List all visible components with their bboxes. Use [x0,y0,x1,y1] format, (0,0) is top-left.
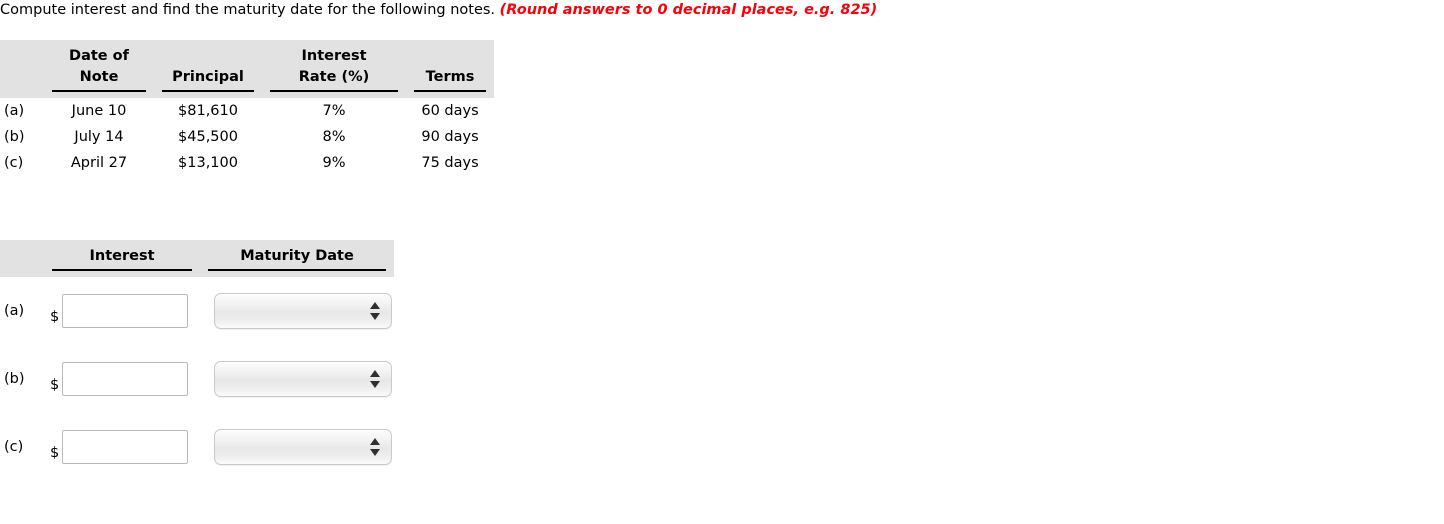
answer-row-interest-cell: $ [44,345,200,413]
notes-row-principal: $81,610 [178,103,238,119]
notes-row-date-of-note: April 27 [70,155,128,171]
maturity-date-select[interactable] [214,361,392,397]
answer-row-maturity-cell [200,413,394,481]
notes-row-interest-rate: 8% [322,129,346,145]
notes-header-terms-label: Terms [414,61,486,92]
interest-input[interactable] [62,294,189,328]
notes-row-date-of-note: July 14 [74,129,124,145]
currency-symbol: $ [50,377,60,393]
answer-header-blank [0,240,44,277]
answer-row: (a) $ [0,277,394,345]
answer-row: (c) $ [0,413,394,481]
answer-row-interest-cell: $ [44,277,200,345]
notes-row-principal: $13,100 [178,155,238,171]
answer-row-maturity-cell [200,277,394,345]
notes-row-label: (b) [4,129,25,145]
notes-row-principal: $45,500 [178,129,238,145]
notes-row-interest-rate: 7% [322,103,346,119]
interest-input[interactable] [62,362,189,396]
answer-table: Interest Maturity Date (a) $ (b) $ (c) $ [0,240,394,481]
notes-row-label: (c) [4,155,24,171]
question-prompt: Compute interest and find the maturity d… [0,0,877,20]
table-row: (a) June 10 $81,610 7% 60 days [0,98,494,124]
notes-header-terms: Terms [406,40,494,98]
answer-table-header-row: Interest Maturity Date [0,240,394,277]
notes-row-terms: 75 days [421,155,479,171]
notes-header-principal-label: Principal [162,61,254,92]
notes-row-label: (a) [4,103,25,119]
maturity-date-select[interactable] [214,293,392,329]
answer-header-maturity-date: Maturity Date [200,240,394,277]
table-row: (c) April 27 $13,100 9% 75 days [0,150,494,176]
interest-input[interactable] [62,430,189,464]
notes-row-terms: 60 days [421,103,479,119]
notes-table-header-row: Date of Note Principal Interest Rate (%)… [0,40,494,98]
maturity-date-select-box[interactable] [214,361,392,397]
answer-header-interest-label: Interest [52,240,192,271]
maturity-date-select[interactable] [214,429,392,465]
table-row: (b) July 14 $45,500 8% 90 days [0,124,494,150]
notes-header-principal: Principal [154,40,262,98]
answer-row: (b) $ [0,345,394,413]
currency-symbol: $ [50,309,60,325]
maturity-date-select-box[interactable] [214,429,392,465]
answer-row-label: (c) [4,439,24,455]
rounding-note: (Round answers to 0 decimal places, e.g.… [499,2,878,18]
notes-row-terms: 90 days [421,129,479,145]
notes-header-blank [0,40,44,98]
answer-header-maturity-date-label: Maturity Date [208,240,386,271]
notes-table: Date of Note Principal Interest Rate (%)… [0,40,494,176]
answer-row-label: (b) [4,371,25,387]
notes-row-date-of-note: June 10 [71,103,127,119]
notes-header-interest-rate: Interest Rate (%) [262,40,406,98]
answer-row-interest-cell: $ [44,413,200,481]
answer-header-interest: Interest [44,240,200,277]
notes-header-date-of-note-label: Date of Note [52,40,146,92]
question-prompt-text: Compute interest and find the maturity d… [0,2,496,18]
answer-row-maturity-cell [200,345,394,413]
currency-symbol: $ [50,445,60,461]
notes-row-interest-rate: 9% [322,155,346,171]
notes-header-interest-rate-label: Interest Rate (%) [270,40,398,92]
answer-row-label: (a) [4,303,25,319]
notes-header-date-of-note: Date of Note [44,40,154,98]
maturity-date-select-box[interactable] [214,293,392,329]
